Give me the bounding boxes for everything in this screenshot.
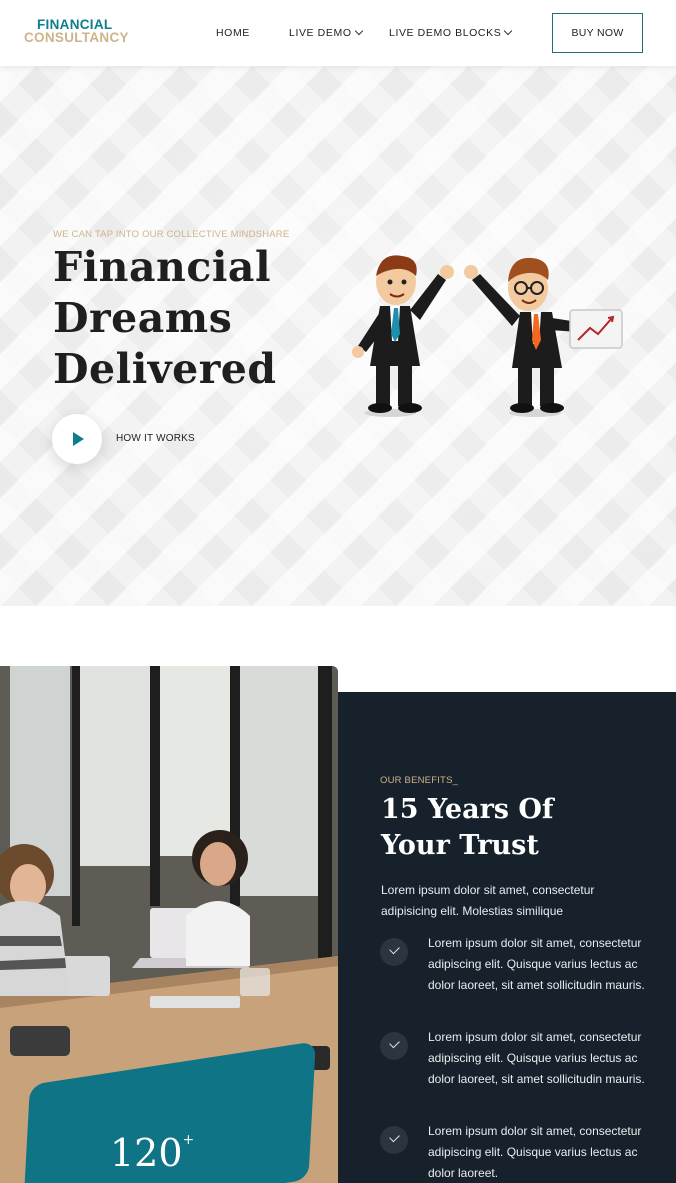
benefit-text: Lorem ipsum dolor sit amet, consectetur … [428, 1030, 645, 1086]
counter-suffix: + [182, 1132, 195, 1149]
growth-chart-board-icon [569, 309, 623, 349]
buy-now-button[interactable]: BUY NOW [552, 13, 643, 53]
hero-section: WE CAN TAP INTO OUR COLLECTIVE MINDSHARE… [0, 66, 676, 606]
chevron-down-icon [504, 26, 513, 36]
how-it-works-link[interactable]: HOW IT WORKS [116, 433, 195, 444]
nav-live-demo-label: LIVE DEMO [289, 27, 352, 39]
site-header: FINANCIAL CONSULTANCY HOME LIVE DEMO LIV… [0, 0, 676, 66]
hero-title-line-1: Financial [53, 243, 272, 291]
benefit-text: Lorem ipsum dolor sit amet, consectetur … [428, 1124, 642, 1180]
counter-value: 120 [110, 1131, 183, 1175]
benefits-kicker: OUR BENEFITS_ [380, 775, 459, 786]
nav-live-demo-blocks[interactable]: LIVE DEMO BLOCKS [389, 26, 513, 39]
hero-title-line-3: Delivered [53, 345, 277, 393]
businessman-right [464, 257, 587, 417]
play-video-button[interactable] [52, 414, 102, 464]
play-icon [73, 432, 84, 446]
check-icon [380, 938, 408, 966]
benefits-title-line-1: 15 Years Of [381, 794, 554, 825]
hero-title: Financial Dreams Delivered [53, 242, 277, 395]
check-icon [380, 1032, 408, 1060]
hero-title-line-2: Dreams [53, 294, 233, 342]
nav-home-label: HOME [216, 27, 250, 39]
nav-live-demo-blocks-label: LIVE DEMO BLOCKS [389, 27, 502, 39]
check-icon [380, 1126, 408, 1154]
logo-line-2: CONSULTANCY [24, 30, 129, 45]
businessmen-high-five-illustration [352, 255, 623, 417]
site-logo[interactable]: FINANCIAL CONSULTANCY [24, 18, 129, 45]
benefit-text: Lorem ipsum dolor sit amet, consectetur … [428, 936, 645, 992]
benefits-title: 15 Years Of Your Trust [381, 792, 554, 864]
years-counter: 120+ [110, 1131, 194, 1175]
businessman-left [352, 255, 454, 417]
nav-live-demo[interactable]: LIVE DEMO [289, 26, 363, 39]
benefits-title-line-2: Your Trust [381, 830, 539, 861]
hero-kicker: WE CAN TAP INTO OUR COLLECTIVE MINDSHARE [53, 229, 290, 240]
nav-home[interactable]: HOME [216, 27, 250, 39]
chevron-down-icon [354, 26, 363, 36]
benefits-intro: Lorem ipsum dolor sit amet, consectetur … [381, 883, 595, 918]
